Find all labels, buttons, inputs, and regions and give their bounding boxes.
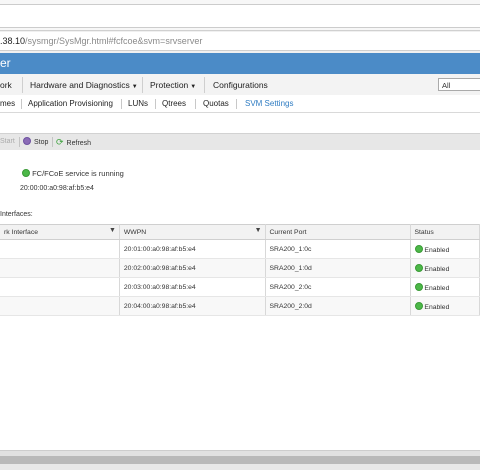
refresh-label: Refresh <box>66 140 92 147</box>
cell-interface <box>0 258 120 278</box>
cell-port: SRA200_1:0d <box>265 258 411 278</box>
table-row[interactable]: 20:01:00:a0:98:af:b5:e4 SRA200_1:0c Enab… <box>0 239 480 259</box>
refresh-icon: ⟳ <box>56 137 64 147</box>
interfaces-label: Interfaces: <box>0 211 33 218</box>
tab-bar: mes Application Provisioning LUNs Qtrees… <box>0 95 480 113</box>
enabled-status-icon <box>414 263 423 272</box>
tab-application-provisioning[interactable]: Application Provisioning <box>28 98 113 110</box>
cell-status: Enabled <box>410 296 480 316</box>
tab-separator <box>155 99 156 109</box>
horizontal-scrollbar[interactable] <box>0 456 480 464</box>
service-status: FC/FCoE service is running <box>22 169 124 178</box>
menu-separator <box>22 77 23 93</box>
url-host: .38.10 <box>0 36 26 46</box>
column-header-current-port[interactable]: Current Port <box>265 224 411 240</box>
toolbar: Start Stop ⟳ Refresh <box>0 133 480 151</box>
menu-separator <box>142 77 143 93</box>
status-text: Enabled <box>424 265 450 273</box>
window-bottom-edge <box>0 464 480 470</box>
menu-hardware-diagnostics[interactable]: Hardware and Diagnostics ▼ <box>30 78 138 92</box>
tab-qtrees[interactable]: Qtrees <box>162 98 186 110</box>
tab-separator <box>121 99 122 109</box>
menu-label: ork <box>0 80 12 90</box>
status-text: Enabled <box>424 246 450 254</box>
app-title: er <box>0 56 11 70</box>
browser-tabstrip <box>0 0 480 31</box>
tab-separator <box>195 99 196 109</box>
cell-port: SRA200_1:0c <box>265 239 411 259</box>
status-text: Enabled <box>424 303 450 311</box>
column-header-interface[interactable]: rk Interface ▼ <box>0 224 120 240</box>
tab-volumes[interactable]: mes <box>0 98 15 110</box>
stop-icon <box>23 137 31 145</box>
filter-icon[interactable]: ▼ <box>255 227 262 234</box>
cell-interface <box>0 239 120 259</box>
table-row[interactable]: 20:04:00:a0:98:af:b5:e4 SRA200_2:0d Enab… <box>0 296 480 316</box>
enabled-status-icon <box>414 244 423 253</box>
address-bar[interactable]: .38.10/sysmgr/SysMgr.html#fcfcoe&svm=srv… <box>0 32 480 51</box>
caret-down-icon: ▼ <box>131 84 138 90</box>
tab-separator <box>236 99 237 109</box>
filter-icon[interactable]: ▼ <box>109 227 116 234</box>
column-label: WWPN <box>123 228 147 236</box>
table-row[interactable]: 20:03:00:a0:98:af:b5:e4 SRA200_2:0c Enab… <box>0 277 480 297</box>
cell-wwpn: 20:01:00:a0:98:af:b5:e4 <box>119 239 266 259</box>
menu-protection[interactable]: Protection ▼ <box>150 78 196 92</box>
stop-label: Stop <box>34 139 49 146</box>
tab-separator <box>21 99 22 109</box>
column-label: Status <box>414 228 434 236</box>
start-label: Start <box>0 138 15 145</box>
column-header-wwpn[interactable]: WWPN ▼ <box>119 224 266 240</box>
menu-label: Configurations <box>213 80 268 90</box>
start-button[interactable]: Start <box>0 137 15 147</box>
cell-interface <box>0 296 120 316</box>
table-row[interactable]: 20:02:00:a0:98:af:b5:e4 SRA200_1:0d Enab… <box>0 258 480 278</box>
menu-label: Hardware and Diagnostics <box>30 80 130 90</box>
tab-luns[interactable]: LUNs <box>128 98 148 110</box>
cell-wwpn: 20:02:00:a0:98:af:b5:e4 <box>119 258 266 278</box>
interfaces-table: rk Interface ▼ WWPN ▼ Current Port Status … <box>0 224 480 316</box>
refresh-button[interactable]: ⟳ Refresh <box>56 137 91 147</box>
svm-settings-panel: FC/FCoE service is running 20:00:00:a0:9… <box>0 150 480 450</box>
cell-status: Enabled <box>410 239 480 259</box>
cell-status: Enabled <box>410 258 480 278</box>
app-header: er <box>0 53 480 74</box>
cell-port: SRA200_2:0c <box>265 277 411 297</box>
menu-separator <box>204 77 205 93</box>
tab-svm-settings[interactable]: SVM Settings <box>245 98 293 110</box>
column-label: rk Interface <box>4 228 38 236</box>
table-header-row: rk Interface ▼ WWPN ▼ Current Port Status <box>0 224 480 240</box>
enabled-status-icon <box>414 301 423 310</box>
menu-network[interactable]: ork <box>0 78 12 92</box>
browser-tab-area <box>0 4 480 28</box>
cell-interface <box>0 277 120 297</box>
stop-button[interactable]: Stop <box>23 137 48 147</box>
cell-wwpn: 20:04:00:a0:98:af:b5:e4 <box>119 296 266 316</box>
toolbar-separator <box>19 137 20 147</box>
running-status-icon <box>22 169 30 177</box>
cell-port: SRA200_2:0d <box>265 296 411 316</box>
column-label: Current Port <box>269 228 307 236</box>
service-status-text: FC/FCoE service is running <box>32 169 124 178</box>
main-menu: ork Hardware and Diagnostics ▼ Protection… <box>0 74 480 96</box>
enabled-status-icon <box>414 282 423 291</box>
scope-select[interactable]: All <box>438 78 480 91</box>
url-path: /sysmgr/SysMgr.html#fcfcoe&svm=srvserver <box>25 36 203 46</box>
panel-spacer <box>0 113 480 133</box>
wwnn-value: 20:00:00:a0:98:af:b5:e4 <box>20 185 94 192</box>
column-header-status[interactable]: Status <box>410 224 480 240</box>
cell-status: Enabled <box>410 277 480 297</box>
toolbar-separator <box>52 137 53 147</box>
caret-down-icon: ▼ <box>190 84 197 90</box>
cell-wwpn: 20:03:00:a0:98:af:b5:e4 <box>119 277 266 297</box>
tab-quotas[interactable]: Quotas <box>203 98 229 110</box>
menu-configurations[interactable]: Configurations <box>213 78 268 92</box>
status-text: Enabled <box>424 284 450 292</box>
menu-label: Protection <box>150 80 189 90</box>
